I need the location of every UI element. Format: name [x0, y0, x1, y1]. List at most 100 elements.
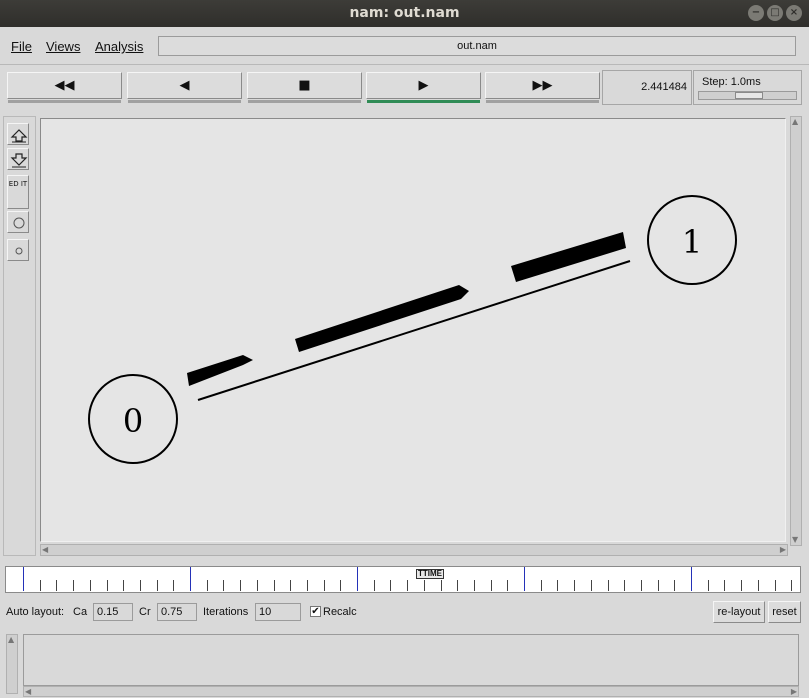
- bottom-scroll-up-icon[interactable]: ▲: [8, 635, 14, 645]
- timeline-tick: [256, 580, 258, 591]
- ca-input[interactable]: 0.15: [93, 603, 133, 621]
- timeline-tick: [73, 580, 75, 591]
- scroll-left-icon[interactable]: ◀: [42, 545, 48, 555]
- timeline-tick: [206, 580, 208, 591]
- tool-sidebar: ED IT: [3, 116, 36, 556]
- timeline-slider[interactable]: TTIME: [5, 566, 801, 593]
- canvas-vertical-scrollbar[interactable]: ▲ ▼: [790, 116, 802, 546]
- minimize-button[interactable]: −: [748, 5, 764, 21]
- timeline-tick: [540, 580, 542, 591]
- relayout-button[interactable]: re-layout: [713, 601, 765, 623]
- timeline-tick: [574, 580, 576, 591]
- step-slider-thumb[interactable]: [735, 92, 763, 99]
- rewind-icon: ◀◀: [54, 78, 75, 93]
- timeline-tick: [290, 580, 292, 591]
- rewind-button[interactable]: ◀◀: [7, 72, 122, 103]
- timeline-tick: [724, 580, 726, 591]
- maximize-button[interactable]: □: [767, 5, 783, 21]
- bottom-horizontal-scrollbar[interactable]: ◀ ▶: [23, 686, 799, 697]
- timeline-tick: [156, 580, 158, 591]
- circle-small-icon: [15, 247, 23, 255]
- scroll-right-icon[interactable]: ▶: [780, 545, 786, 555]
- timeline-tick: [56, 580, 58, 591]
- timeline-tick: [607, 580, 609, 591]
- packet[interactable]: [295, 285, 469, 352]
- packet[interactable]: [187, 355, 253, 386]
- recalc-checkbox[interactable]: ✔: [310, 606, 321, 617]
- edit-button[interactable]: ED IT: [7, 175, 29, 209]
- time-marker[interactable]: TTIME: [416, 569, 444, 579]
- annotation-panel[interactable]: [23, 634, 799, 686]
- link-0-1[interactable]: [197, 260, 631, 401]
- timeline-tick: [39, 580, 41, 591]
- canvas-horizontal-scrollbar[interactable]: ◀ ▶: [40, 544, 788, 556]
- menu-file-label: File: [11, 39, 32, 54]
- zoom-in-button[interactable]: [7, 123, 29, 145]
- step-back-button[interactable]: ◀: [127, 72, 242, 103]
- play-button[interactable]: ▶: [366, 72, 481, 103]
- timeline-tick: [624, 580, 626, 591]
- timeline-tick: [741, 580, 743, 591]
- zoom-out-button[interactable]: [7, 148, 29, 170]
- auto-layout-bar: Auto layout: Ca 0.15 Cr 0.75 Iterations …: [0, 600, 809, 626]
- back-indicator: [128, 100, 241, 103]
- fast-forward-button[interactable]: ▶▶: [485, 72, 600, 103]
- playback-toolbar: ◀◀ ◀ ■ ▶ ▶▶ 2.441484 Step: 1.0ms: [0, 66, 809, 108]
- timeline-tick: [89, 580, 91, 591]
- stop-indicator: [248, 100, 361, 103]
- scroll-down-icon[interactable]: ▼: [792, 535, 798, 545]
- node-0[interactable]: 0: [88, 374, 178, 464]
- timeline-tick: [139, 580, 141, 591]
- timeline-major-tick: [23, 567, 24, 591]
- reset-button[interactable]: reset: [768, 601, 801, 623]
- scroll-up-icon[interactable]: ▲: [792, 117, 798, 127]
- cr-label: Cr: [139, 606, 151, 618]
- bottom-scroll-right-icon[interactable]: ▶: [791, 687, 797, 697]
- menu-bar: File Views Analysis out.nam: [0, 27, 809, 65]
- bottom-vertical-scrollbar[interactable]: ▲: [6, 634, 18, 694]
- timeline-tick: [390, 580, 392, 591]
- timeline-tick: [490, 580, 492, 591]
- timeline-tick: [323, 580, 325, 591]
- window-title: nam: out.nam: [349, 5, 460, 21]
- cr-input[interactable]: 0.75: [157, 603, 197, 621]
- timeline-tick: [373, 580, 375, 591]
- stop-button[interactable]: ■: [247, 72, 362, 103]
- ca-label: Ca: [73, 606, 88, 618]
- timeline-tick: [106, 580, 108, 591]
- large-node-button[interactable]: [7, 211, 29, 233]
- menu-analysis-label: Analysis: [95, 39, 144, 54]
- zoom-in-icon: [10, 129, 28, 143]
- menu-analysis[interactable]: Analysis: [95, 39, 143, 54]
- back-icon: ◀: [179, 78, 190, 93]
- node-1-label: 1: [682, 223, 702, 261]
- node-0-label: 0: [123, 402, 143, 440]
- iterations-input[interactable]: 10: [255, 603, 301, 621]
- timeline-major-tick: [357, 567, 358, 591]
- network-canvas[interactable]: 0 1: [40, 118, 786, 542]
- small-node-button[interactable]: [7, 239, 29, 261]
- bottom-scroll-left-icon[interactable]: ◀: [25, 687, 31, 697]
- timeline-tick: [440, 580, 442, 591]
- timeline-tick: [123, 580, 125, 591]
- timeline-tick: [223, 580, 225, 591]
- zoom-out-icon: [10, 153, 28, 168]
- menu-file[interactable]: File: [11, 39, 32, 54]
- timeline-major-tick: [691, 567, 692, 591]
- menu-views[interactable]: Views: [46, 39, 80, 54]
- packet[interactable]: [511, 232, 626, 282]
- node-1[interactable]: 1: [647, 195, 737, 285]
- close-button[interactable]: ×: [786, 5, 802, 21]
- timeline-tick: [657, 580, 659, 591]
- menu-views-label: Views: [46, 39, 81, 54]
- timeline-tick: [557, 580, 559, 591]
- timeline-tick: [473, 580, 475, 591]
- timeline-tick: [590, 580, 592, 591]
- step-slider[interactable]: [698, 91, 797, 100]
- play-indicator: [367, 100, 480, 103]
- stop-icon: ■: [298, 78, 311, 93]
- auto-layout-label: Auto layout:: [6, 606, 65, 618]
- topology-svg[interactable]: 0 1: [41, 119, 785, 541]
- fast-forward-icon: ▶▶: [532, 78, 553, 93]
- timeline-tick: [340, 580, 342, 591]
